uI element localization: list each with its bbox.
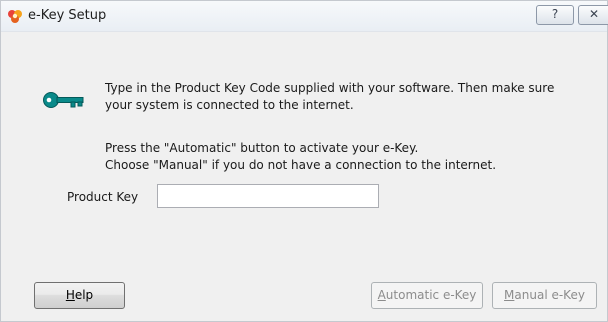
automatic-e-key-button[interactable]: Automatic e-Key (371, 282, 483, 309)
instruction-text-2: Press the "Automatic" button to activate… (105, 140, 496, 174)
instruction-line: Press the "Automatic" button to activate… (105, 141, 419, 155)
instruction-text-1: Type in the Product Key Code supplied wi… (105, 80, 554, 114)
automatic-button-accel: A (377, 288, 386, 302)
instruction-line: Choose "Manual" if you do not have a con… (105, 158, 497, 172)
key-icon (43, 92, 84, 108)
manual-button-label: anual e-Key (514, 288, 585, 302)
title-bar[interactable]: e-Key Setup ? ✕ (1, 1, 608, 32)
help-button-label: elp (74, 288, 94, 302)
automatic-button-label: utomatic e-Key (385, 288, 477, 302)
help-button[interactable]: Help (34, 282, 125, 309)
app-logo-icon (8, 10, 22, 23)
help-icon: ? (551, 7, 559, 21)
help-button-accel: H (65, 288, 75, 302)
manual-button-accel: M (504, 288, 515, 302)
product-key-input[interactable] (157, 184, 379, 208)
window-title: e-Key Setup (28, 8, 107, 23)
instruction-line: your system is connected to the internet… (105, 98, 354, 112)
e-key-setup-dialog: e-Key Setup ? ✕ Type in the Product Key … (0, 0, 608, 322)
manual-e-key-button[interactable]: Manual e-Key (492, 282, 597, 309)
product-key-label: Product Key (67, 190, 139, 204)
instruction-line: Type in the Product Key Code supplied wi… (105, 81, 555, 95)
title-close-button[interactable]: ✕ (578, 5, 608, 25)
close-icon: ✕ (588, 7, 600, 21)
title-help-button[interactable]: ? (536, 5, 574, 25)
